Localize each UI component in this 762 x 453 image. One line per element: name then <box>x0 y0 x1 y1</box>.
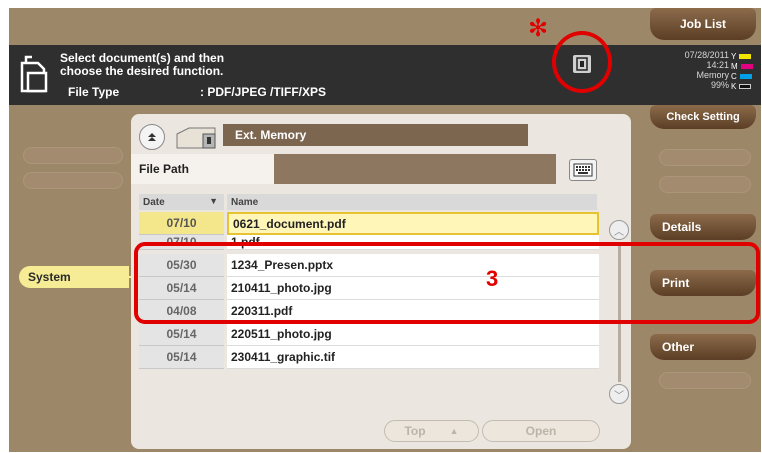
date-column-header[interactable]: Date ▼ <box>139 194 224 210</box>
disabled-slot <box>23 172 123 189</box>
control-panel-screen: Select document(s) and then choose the d… <box>9 8 761 452</box>
keyboard-button[interactable] <box>569 159 597 181</box>
double-up-arrow-icon: ▲ <box>449 426 459 436</box>
document-icon <box>20 55 48 93</box>
file-name: 230411_graphic.tif <box>227 346 599 369</box>
status-time: 14:21 <box>706 60 729 70</box>
instruction-message: Select document(s) and then choose the d… <box>60 52 224 78</box>
file-name: 220511_photo.jpg <box>227 323 599 346</box>
external-memory-folder-icon <box>176 127 216 149</box>
scroll-up-button[interactable]: ︿ <box>609 220 629 240</box>
highlight-rectangle-annotation <box>134 242 760 324</box>
current-location: Ext. Memory <box>223 124 528 146</box>
status-date: 07/28/2011 <box>684 50 729 60</box>
keyboard-icon <box>573 163 593 177</box>
folder-up-button[interactable] <box>139 124 165 150</box>
open-button[interactable]: Open <box>482 420 600 442</box>
file-type-value: : PDF/JPEG /TIFF/XPS <box>200 85 327 99</box>
chevron-up-icon: ︿ <box>614 226 624 238</box>
file-row[interactable]: 07/10 0621_document.pdf <box>139 212 599 235</box>
file-row[interactable]: 05/14 230411_graphic.tif <box>139 346 599 369</box>
file-type-label: File Type <box>68 85 120 99</box>
file-date: 05/14 <box>139 346 224 369</box>
disabled-slot <box>659 149 751 166</box>
other-button[interactable]: Other <box>650 334 756 360</box>
top-button-label: Top <box>404 424 426 438</box>
toner-magenta: M <box>731 61 757 71</box>
file-path-label: File Path <box>131 154 274 184</box>
file-date: 05/14 <box>139 323 224 346</box>
name-column-header[interactable]: Name <box>227 194 597 210</box>
disabled-slot <box>659 176 751 193</box>
toner-levels: Y M C K <box>731 51 757 91</box>
disabled-slot <box>23 147 123 164</box>
system-tab[interactable]: System <box>19 266 129 288</box>
file-date: 07/10 <box>139 212 224 235</box>
status-header: Select document(s) and then choose the d… <box>9 45 761 105</box>
job-list-button[interactable]: Job List <box>650 8 756 40</box>
file-row[interactable]: 05/14 220511_photo.jpg <box>139 323 599 346</box>
up-arrow-icon <box>148 133 156 141</box>
memory-value: 99% <box>710 80 729 90</box>
details-button[interactable]: Details <box>650 214 756 240</box>
circle-annotation <box>552 31 612 93</box>
scroll-down-button[interactable]: ﹀ <box>609 384 629 404</box>
disabled-slot <box>659 372 751 389</box>
top-button[interactable]: Top ▲ <box>384 420 479 442</box>
file-name: 0621_document.pdf <box>227 212 599 235</box>
chevron-down-icon: ﹀ <box>614 390 624 402</box>
file-path-field <box>274 154 556 184</box>
check-setting-button[interactable]: Check Setting <box>650 105 756 129</box>
sort-descending-icon: ▼ <box>209 196 218 206</box>
device-status: 07/28/2011 14:21 Memory 99% <box>639 50 729 90</box>
memory-label: Memory <box>696 70 729 80</box>
message-line-2: choose the desired function. <box>60 64 224 78</box>
toner-cyan: C <box>731 71 757 81</box>
asterisk-annotation: ✻ <box>528 15 549 42</box>
toner-yellow: Y <box>731 51 757 61</box>
date-column-label: Date <box>143 196 165 208</box>
step-number-annotation: 3 <box>486 266 499 291</box>
toner-black: K <box>731 81 757 91</box>
